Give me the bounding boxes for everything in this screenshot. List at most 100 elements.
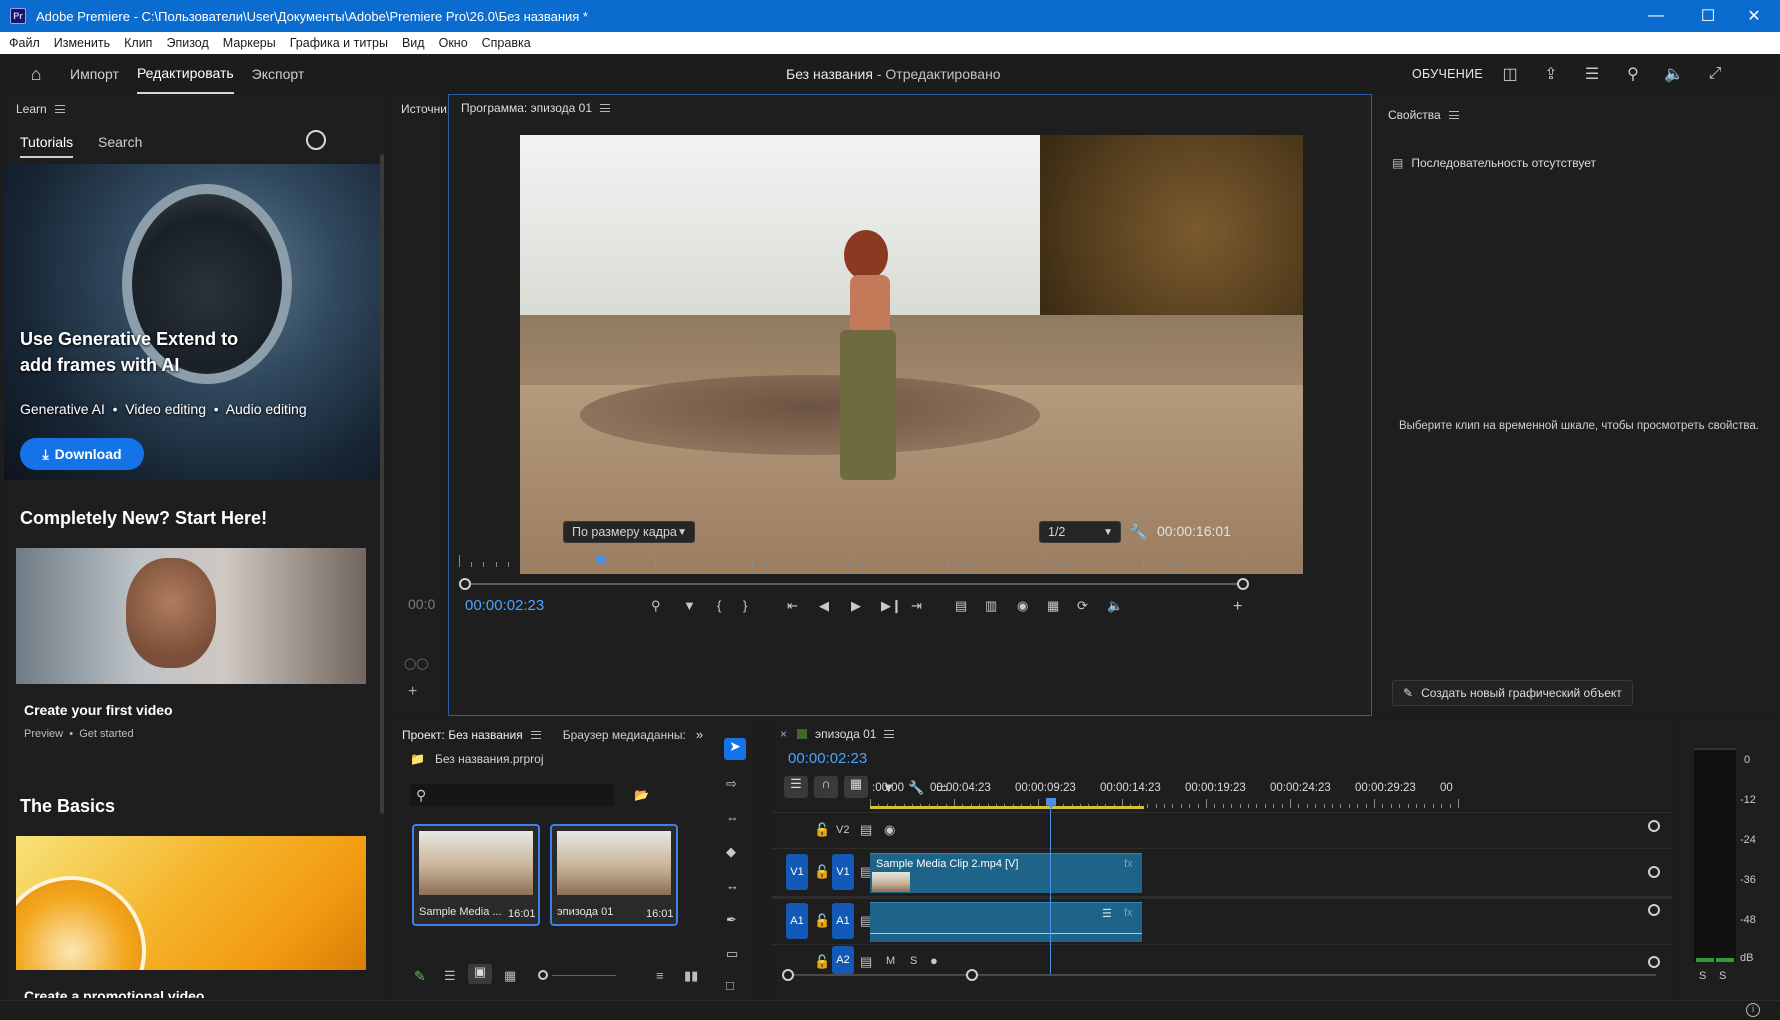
zoom-handle-left[interactable] [459, 578, 471, 590]
microphone-icon[interactable]: ● [930, 953, 938, 968]
tab-edit[interactable]: Редактировать [136, 54, 234, 94]
program-time-ruler[interactable] [459, 553, 1242, 567]
timeline-menu-icon[interactable] [884, 730, 895, 738]
project-item-sequence[interactable]: эпизода 01 16:01 [550, 824, 678, 926]
timeline-playhead-line[interactable] [1050, 806, 1051, 974]
audio-track-scroll-bottom[interactable] [1648, 956, 1660, 968]
video-clip[interactable]: Sample Media Clip 2.mp4 [V] fx [870, 853, 1142, 893]
razor-tool-icon[interactable]: ◆ [726, 844, 736, 860]
thumbnail-size-slider[interactable] [552, 975, 616, 976]
project-menu-icon[interactable] [530, 730, 541, 739]
close-button[interactable]: ✕ [1728, 0, 1780, 32]
menu-help[interactable]: Справка [482, 36, 531, 50]
button-editor-add-icon[interactable]: + [1233, 598, 1242, 616]
project-item-clip[interactable]: Sample Media ... 16:01 [412, 824, 540, 926]
program-panel-menu-icon[interactable] [600, 104, 610, 112]
program-monitor-title[interactable]: Программа: эпизода 01 [461, 101, 592, 115]
fx-badge[interactable]: fx [1124, 907, 1133, 919]
video-track-scroll-top[interactable] [1648, 820, 1660, 832]
lock-icon[interactable]: 🔓 [814, 822, 830, 838]
track-select-tool-icon[interactable]: ⇨ [726, 776, 737, 792]
selection-tool-icon[interactable]: ➤ [724, 738, 746, 760]
solo-button[interactable]: S [910, 955, 917, 967]
minimize-button[interactable]: — [1630, 0, 1682, 32]
card-title-first-video[interactable]: Create your first video [24, 702, 173, 718]
track-target-a2[interactable]: A2 [832, 946, 854, 974]
program-zoom-bar[interactable] [463, 583, 1243, 585]
lock-icon[interactable]: 🔓 [814, 913, 830, 929]
timeline-zoom-right[interactable] [966, 969, 978, 981]
media-browser-tab[interactable]: Браузер медиаданны: [563, 728, 686, 742]
panel-menu-icon[interactable] [54, 105, 65, 113]
go-to-out-icon[interactable]: ⇥ [911, 598, 922, 614]
project-search-input[interactable]: ⚲ [410, 784, 614, 806]
icon-view-icon[interactable]: ▣ [468, 964, 492, 984]
play-icon[interactable]: ▶ [851, 598, 861, 614]
first-video-thumbnail[interactable] [16, 548, 366, 684]
resolution-dropdown[interactable]: 1/2 ▼ [1039, 521, 1121, 543]
lock-icon[interactable]: 🔓 [814, 864, 830, 880]
track-label-v2[interactable]: V2 [836, 824, 849, 836]
type-tool-icon[interactable]: □ [726, 978, 734, 993]
ripple-edit-tool-icon[interactable]: ⇔ [726, 810, 739, 825]
extract-icon[interactable]: ▥ [985, 598, 997, 614]
program-video-frame[interactable] [520, 135, 1303, 574]
snap-icon[interactable]: ☰ [784, 776, 808, 798]
thumbnail-size-handle[interactable] [538, 970, 548, 980]
info-icon[interactable]: i [1746, 1003, 1760, 1017]
source-patch-a1[interactable]: A1 [786, 903, 808, 939]
mark-in-icon[interactable]: { [717, 598, 721, 613]
tab-export[interactable]: Экспорт [252, 54, 305, 94]
sync-lock-icon[interactable]: ▤ [860, 954, 872, 970]
audio-clip[interactable]: ☰ fx [870, 902, 1142, 942]
menu-edit[interactable]: Изменить [54, 36, 110, 50]
rectangle-tool-icon[interactable]: ▭ [726, 946, 738, 962]
zoom-handle-right[interactable] [1237, 578, 1249, 590]
menu-file[interactable]: Файл [9, 36, 40, 50]
menu-clip[interactable]: Клип [124, 36, 152, 50]
sync-lock-icon[interactable]: ▤ [860, 822, 872, 838]
eye-icon[interactable]: ◉ [884, 822, 895, 838]
new-bin-icon[interactable]: 📂 [634, 788, 649, 802]
step-back-icon[interactable]: ◀ [819, 598, 829, 614]
card-title-promo-video[interactable]: Create a promotional video [24, 988, 204, 998]
maximize-button[interactable]: ☐ [1682, 0, 1734, 32]
workspace-panel-icon[interactable]: ◫ [1499, 63, 1521, 85]
timeline-timecode[interactable]: 00:00:02:23 [788, 750, 867, 767]
work-area-bar[interactable] [870, 806, 1144, 809]
lock-icon[interactable]: 🔓 [814, 954, 830, 970]
timeline-horizontal-scrollbar[interactable] [786, 974, 1656, 976]
source-toggle-icon[interactable]: ◯◯ [404, 657, 432, 670]
learn-tab-tutorials[interactable]: Tutorials [20, 134, 74, 158]
proxy-toggle-icon[interactable]: ⟳ [1077, 598, 1088, 614]
share-icon[interactable]: ⇪ [1540, 63, 1562, 85]
user-profile-icon[interactable] [306, 130, 326, 150]
export-frame-icon[interactable]: ◉ [1017, 598, 1028, 614]
project-tab[interactable]: Проект: Без названия [402, 728, 523, 742]
search-icon[interactable]: ⚲ [1622, 63, 1644, 85]
fit-dropdown[interactable]: По размеру кадра ▼ [563, 521, 695, 543]
go-to-in-icon[interactable]: ⇤ [787, 598, 798, 614]
meter-solo-left[interactable]: S [1699, 970, 1706, 982]
download-button[interactable]: ⤓ Download [20, 438, 144, 470]
monitor-volume-icon[interactable]: 🔈 [1107, 598, 1123, 614]
hero-tutorial-card[interactable]: Use Generative Extend to add frames with… [4, 164, 380, 480]
list-view-icon[interactable]: ☰ [444, 968, 456, 984]
video-track-scroll-bottom[interactable] [1648, 866, 1660, 878]
home-icon[interactable]: ⌂ [26, 64, 46, 84]
tab-import[interactable]: Импорт [70, 54, 119, 94]
menu-sequence[interactable]: Эпизод [166, 36, 208, 50]
magnet-icon[interactable]: ∩ [814, 776, 838, 798]
slip-tool-icon[interactable]: ↔ [726, 878, 739, 893]
mute-button[interactable]: M [886, 955, 895, 967]
automate-icon[interactable]: ▮▮ [684, 968, 698, 984]
sort-icon[interactable]: ≡ [656, 968, 664, 983]
new-graphic-button[interactable]: ✎ Создать новый графический объект [1392, 680, 1633, 706]
volume-icon[interactable]: 🔈 [1663, 63, 1685, 85]
mark-out-icon[interactable]: } [743, 598, 747, 613]
wrench-settings-icon[interactable]: 🔧 [1129, 523, 1148, 541]
learn-workspace-button[interactable]: ОБУЧЕНИЕ [1412, 67, 1483, 81]
step-forward-icon[interactable]: ▶❙ [881, 598, 902, 614]
source-patch-v1[interactable]: V1 [786, 854, 808, 890]
freeform-view-icon[interactable]: ▦ [504, 968, 516, 984]
